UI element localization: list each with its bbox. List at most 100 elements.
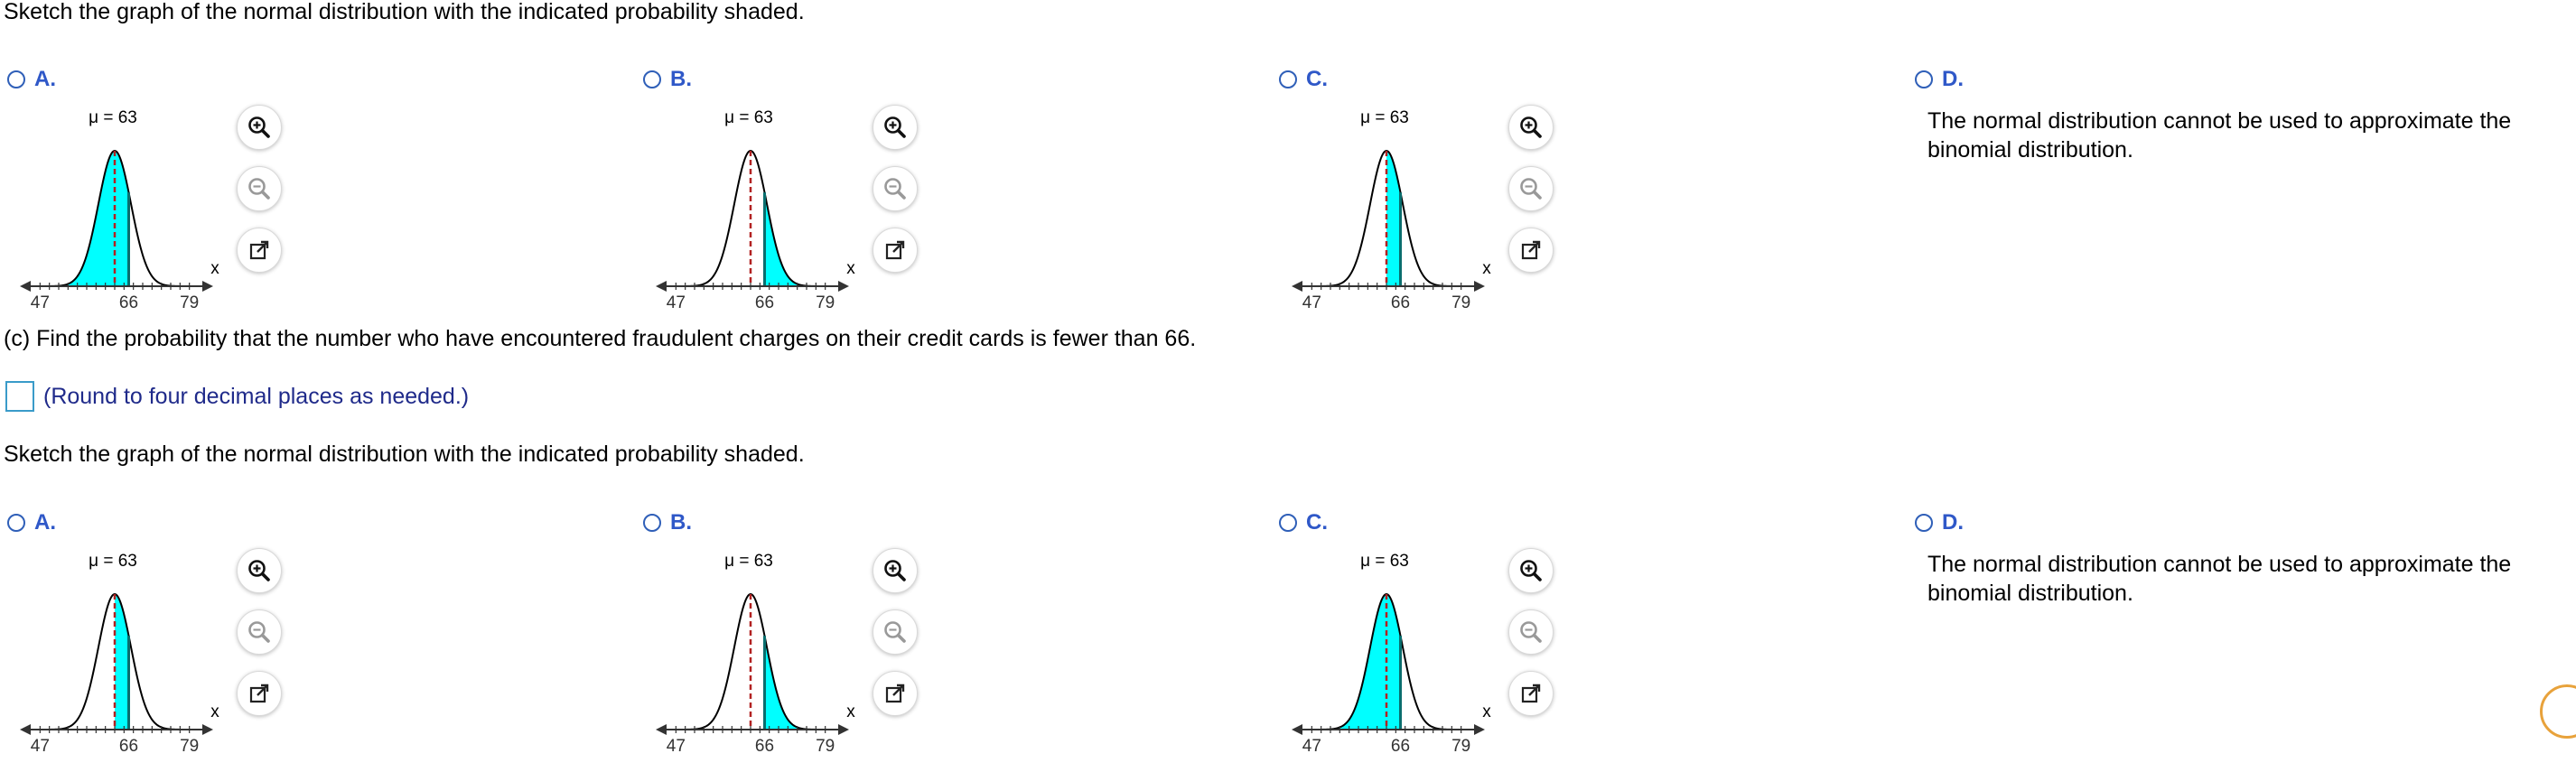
sketch-prompt-top: Sketch the graph of the normal distribut… — [4, 0, 805, 24]
answer-note: (Round to four decimal places as needed.… — [43, 383, 470, 409]
set1-option-d-letter: D. — [1942, 67, 1964, 91]
tick-label: 79 — [1451, 737, 1470, 756]
set1-option-d[interactable]: D. The normal distribution cannot be use… — [1908, 67, 2576, 329]
axis-arrow-right — [1474, 724, 1485, 735]
set2-option-a[interactable]: A. 47 66 79 μ = 63 x — [0, 510, 614, 772]
set1-option-b-letter: B. — [670, 67, 692, 91]
axis-arrow-left — [656, 724, 667, 735]
mu-label: μ = 63 — [724, 108, 773, 127]
set2-option-d-radio[interactable] — [1915, 514, 1933, 532]
tick-label: 47 — [31, 737, 50, 756]
zoom-in-icon[interactable] — [1508, 548, 1554, 593]
set2-option-b-letter: B. — [670, 510, 692, 535]
shaded-region — [1386, 151, 1401, 286]
set1-option-b-radio[interactable] — [643, 70, 661, 88]
mu-label: μ = 63 — [1360, 552, 1409, 571]
set2-option-d[interactable]: D. The normal distribution cannot be use… — [1908, 510, 2576, 772]
mu-label: μ = 63 — [89, 108, 137, 127]
x-axis-label: x — [210, 259, 219, 278]
popout-icon[interactable] — [237, 671, 282, 716]
set2-option-a-radio[interactable] — [7, 514, 25, 532]
tick-label: 47 — [1302, 293, 1321, 312]
shaded-region — [115, 594, 129, 730]
mu-label: μ = 63 — [89, 552, 137, 571]
zoom-out-icon[interactable] — [873, 166, 918, 211]
set1-option-b[interactable]: B. 47 66 79 μ = 63 x — [636, 67, 1250, 329]
tick-label: 47 — [667, 737, 686, 756]
tick-label: 79 — [1451, 293, 1470, 312]
zoom-out-icon[interactable] — [873, 609, 918, 655]
popout-icon[interactable] — [873, 671, 918, 716]
set2-option-a-letter: A. — [34, 510, 56, 535]
tick-label: 79 — [180, 737, 199, 756]
zoom-in-icon[interactable] — [237, 105, 282, 150]
page: Sketch the graph of the normal distribut… — [0, 0, 2576, 756]
set2-option-b-radio[interactable] — [643, 514, 661, 532]
axis-arrow-left — [20, 281, 31, 292]
tick-label: 66 — [1391, 293, 1410, 312]
set2-option-b[interactable]: B. 47 66 79 μ = 63 x — [636, 510, 1250, 772]
tick-label: 66 — [755, 737, 774, 756]
axis-arrow-right — [1474, 281, 1485, 292]
x-axis-label: x — [1482, 259, 1491, 278]
set2-option-c-letter: C. — [1306, 510, 1328, 535]
set1-option-c-radio[interactable] — [1279, 70, 1297, 88]
mu-label: μ = 63 — [724, 552, 773, 571]
set1-option-d-radio[interactable] — [1915, 70, 1933, 88]
axis-arrow-right — [202, 281, 213, 292]
set2-option-a-graph: 47 66 79 μ = 63 x — [20, 552, 219, 756]
set1-option-a-graph: 47 66 79 μ = 63 x — [20, 108, 219, 312]
set2-option-c-graph: 47 66 79 μ = 63 x — [1292, 552, 1491, 756]
x-axis-label: x — [846, 702, 855, 721]
tick-label: 47 — [667, 293, 686, 312]
sketch-prompt-bottom: Sketch the graph of the normal distribut… — [4, 442, 805, 467]
x-axis-label: x — [210, 702, 219, 721]
set2-option-b-graph: 47 66 79 μ = 63 x — [656, 552, 855, 756]
axis-arrow-right — [838, 281, 849, 292]
tick-label: 79 — [180, 293, 199, 312]
zoom-in-icon[interactable] — [1508, 105, 1554, 150]
zoom-in-icon[interactable] — [873, 548, 918, 593]
x-axis-label: x — [846, 259, 855, 278]
set2-option-d-letter: D. — [1942, 510, 1964, 535]
axis-arrow-left — [1292, 724, 1302, 735]
zoom-out-icon[interactable] — [237, 166, 282, 211]
tick-label: 66 — [1391, 737, 1410, 756]
set2-option-c[interactable]: C. 47 66 79 μ = 63 x — [1272, 510, 1886, 772]
x-axis-label: x — [1482, 702, 1491, 721]
question-c: (c) Find the probability that the number… — [4, 326, 1197, 351]
set2-option-c-radio[interactable] — [1279, 514, 1297, 532]
set1-option-a[interactable]: A. 47 66 79 μ = 63 x — [0, 67, 614, 329]
popout-icon[interactable] — [873, 228, 918, 273]
tick-label: 47 — [31, 293, 50, 312]
popout-icon[interactable] — [1508, 671, 1554, 716]
axis-arrow-right — [202, 724, 213, 735]
set1-option-a-letter: A. — [34, 67, 56, 91]
zoom-in-icon[interactable] — [237, 548, 282, 593]
tick-label: 47 — [1302, 737, 1321, 756]
tick-label: 66 — [755, 293, 774, 312]
popout-icon[interactable] — [237, 228, 282, 273]
tick-label: 79 — [816, 293, 835, 312]
set2-option-d-text: The normal distribution cannot be used t… — [1927, 552, 2512, 606]
set1-option-c-letter: C. — [1306, 67, 1328, 91]
set1-option-d-text: The normal distribution cannot be used t… — [1927, 108, 2512, 163]
set1-option-a-radio[interactable] — [7, 70, 25, 88]
set1-option-c[interactable]: C. 47 66 79 μ = 63 x — [1272, 67, 1886, 329]
axis-arrow-left — [1292, 281, 1302, 292]
tick-label: 66 — [119, 737, 138, 756]
answer-input[interactable] — [5, 381, 34, 412]
axis-arrow-right — [838, 724, 849, 735]
zoom-out-icon[interactable] — [1508, 166, 1554, 211]
zoom-out-icon[interactable] — [237, 609, 282, 655]
zoom-out-icon[interactable] — [1508, 609, 1554, 655]
tick-label: 66 — [119, 293, 138, 312]
set1-option-b-graph: 47 66 79 μ = 63 x — [656, 108, 855, 312]
axis-arrow-left — [656, 281, 667, 292]
mu-label: μ = 63 — [1360, 108, 1409, 127]
answer-row: (Round to four decimal places as needed.… — [5, 381, 469, 412]
axis-arrow-left — [20, 724, 31, 735]
zoom-in-icon[interactable] — [873, 105, 918, 150]
popout-icon[interactable] — [1508, 228, 1554, 273]
tick-label: 79 — [816, 737, 835, 756]
